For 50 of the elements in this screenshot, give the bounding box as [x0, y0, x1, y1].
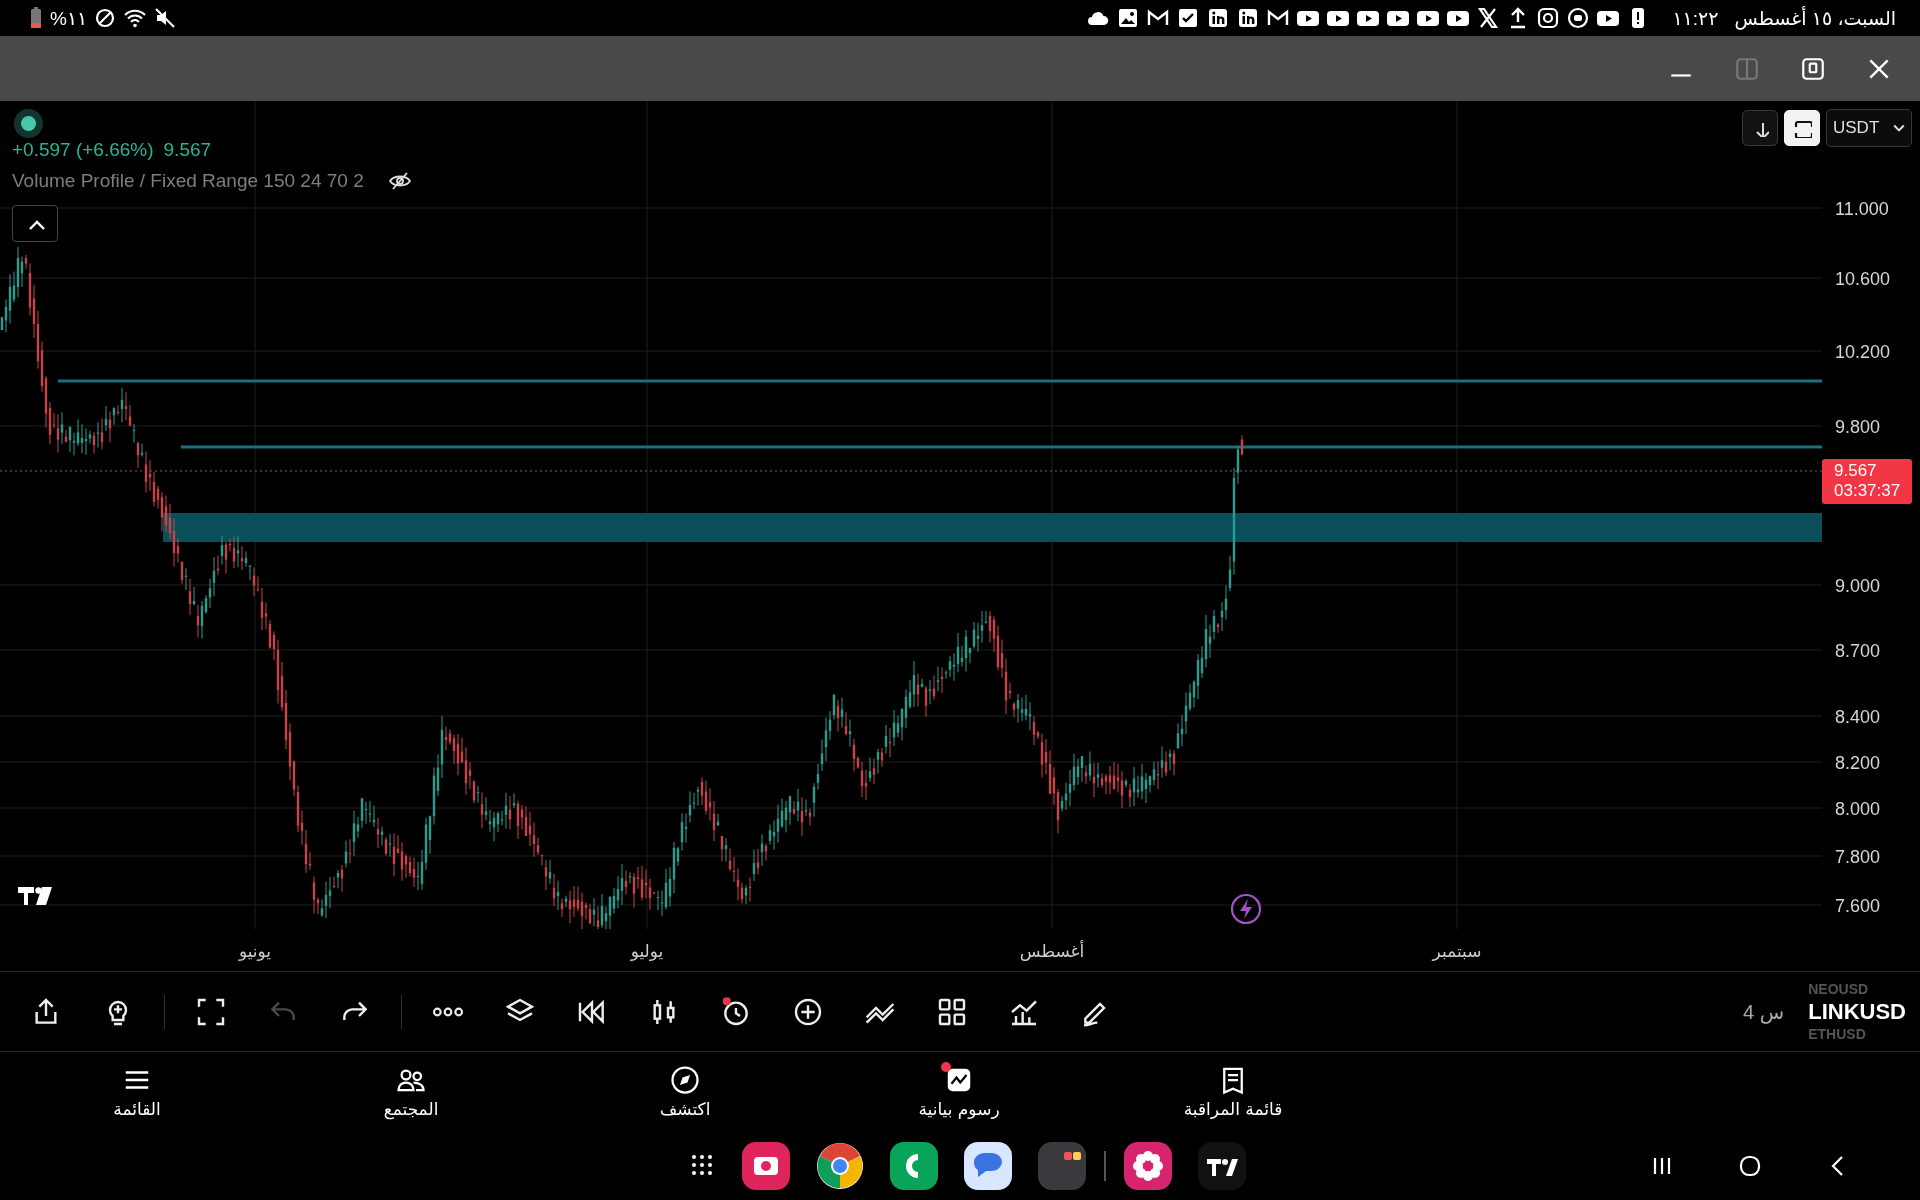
- battery-icon: [28, 6, 44, 30]
- messages-app-icon[interactable]: [964, 1142, 1012, 1190]
- phone-app-icon[interactable]: [890, 1142, 938, 1190]
- date-text: السبت، ١٥ أغسطس: [1734, 6, 1896, 30]
- app-folder-icon[interactable]: [1038, 1142, 1086, 1190]
- nav-tab[interactable]: قائمة المراقبة: [1183, 1065, 1283, 1119]
- flower-app-icon[interactable]: [1124, 1142, 1172, 1190]
- price-label: 8.700: [1835, 641, 1881, 661]
- scroll-to-latest-button[interactable]: [1742, 110, 1778, 146]
- price-label: 8.400: [1835, 707, 1881, 727]
- last-price: 9.567: [163, 139, 212, 161]
- camera-icon: [1536, 6, 1561, 30]
- price-label: 9.800: [1835, 417, 1881, 437]
- browser-app-icon[interactable]: [816, 1142, 864, 1190]
- scale-icon: [1792, 118, 1812, 138]
- price-label: 8.000: [1835, 799, 1881, 819]
- indicator-label: Volume Profile / Fixed Range 150 24 70 2: [12, 170, 364, 192]
- month-label: سبتمبر: [1432, 941, 1482, 961]
- battery-percent: %١١: [50, 6, 88, 30]
- compass-icon: [670, 1065, 700, 1095]
- pop-up-view-icon[interactable]: [1800, 55, 1826, 82]
- price-label: 9.000: [1835, 576, 1881, 596]
- chevron-down-icon: [1893, 124, 1905, 132]
- camera-app-icon[interactable]: [742, 1142, 790, 1190]
- circle-icon: [1566, 6, 1591, 30]
- nav-tab[interactable]: المجتمع: [383, 1065, 439, 1119]
- month-label: يوليو: [630, 941, 664, 961]
- interval-label[interactable]: 4 س: [1743, 999, 1785, 1024]
- nav-tab[interactable]: اكتشف: [659, 1065, 711, 1119]
- price-label: 10.600: [1835, 269, 1891, 289]
- price-label: 10.200: [1835, 342, 1891, 362]
- auto-scale-button[interactable]: [1784, 110, 1820, 146]
- lightning-icon[interactable]: [1230, 893, 1262, 925]
- x-icon: [1476, 6, 1501, 30]
- price-label: 7.800: [1835, 847, 1881, 867]
- month-label: أغسطس: [1019, 941, 1085, 961]
- month-label: يونيو: [238, 941, 272, 961]
- price-label: 8.200: [1835, 753, 1881, 773]
- nav-tab[interactable]: القائمة: [113, 1065, 161, 1119]
- price-label: 7.600: [1835, 896, 1881, 916]
- nav-tab[interactable]: رسوم بيانية: [918, 1065, 1000, 1119]
- price-label: 11.000: [1835, 199, 1889, 219]
- home-icon[interactable]: [1738, 1154, 1762, 1178]
- collapse-button[interactable]: [12, 205, 58, 242]
- chart-app-icon[interactable]: [1198, 1142, 1246, 1190]
- price-badge: 9.567 03:37:37: [1822, 459, 1912, 504]
- currency-dropdown[interactable]: USDT: [1826, 109, 1912, 147]
- price-change: +0.597 (+6.66%): [12, 139, 154, 161]
- clock-time: ١١:٢٢: [1672, 6, 1719, 30]
- symbol-item[interactable]: LINKUSD: [1808, 997, 1906, 1026]
